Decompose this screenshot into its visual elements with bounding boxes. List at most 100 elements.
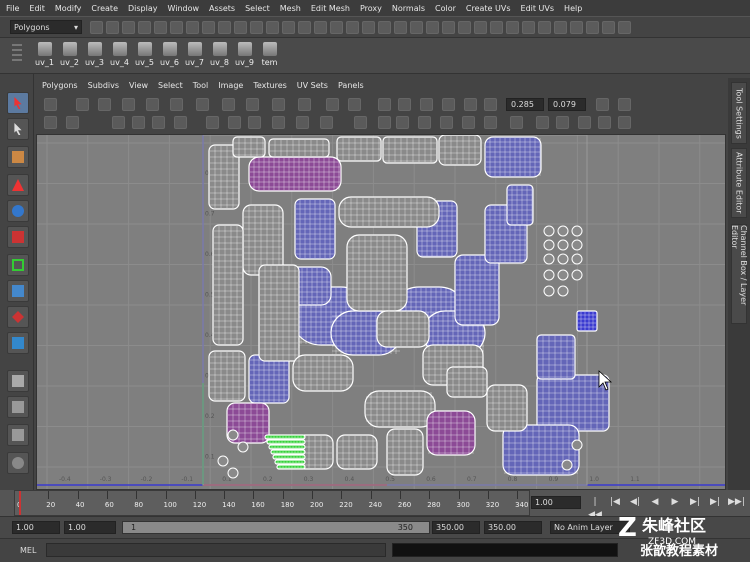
shelf-button[interactable]: tem	[257, 42, 282, 67]
mode-selector[interactable]: Polygons ▾	[10, 20, 82, 34]
paint-select-tool-icon[interactable]	[7, 146, 29, 168]
time-ruler[interactable]: 0204060801001201401601802002202402602803…	[14, 490, 530, 516]
range-slider[interactable]: 1 350	[122, 521, 430, 534]
outliner-icon[interactable]	[7, 452, 29, 474]
shelf-button[interactable]: uv_4	[107, 42, 132, 67]
menu-item[interactable]: Assets	[209, 4, 235, 13]
uv-tool-icon[interactable]	[298, 98, 311, 111]
uv-tool-icon[interactable]	[98, 98, 111, 111]
status-tool-icon[interactable]	[122, 20, 135, 34]
u-value-field[interactable]: 0.285	[506, 98, 544, 111]
status-tool-icon[interactable]	[458, 20, 471, 34]
layout-four-icon[interactable]	[7, 424, 29, 446]
uv-tool-icon[interactable]	[296, 116, 309, 129]
uv-tool-icon[interactable]	[510, 116, 523, 129]
end-time-field[interactable]: 350.00	[484, 521, 542, 534]
uv-tool-icon[interactable]	[484, 98, 497, 111]
playback-button[interactable]: ▶|	[708, 496, 722, 509]
menu-item[interactable]: Help	[564, 4, 582, 13]
cmd-language-label[interactable]: MEL	[20, 546, 36, 555]
playback-button[interactable]: |◀	[608, 496, 622, 509]
soft-mod-tool-icon[interactable]	[7, 280, 29, 302]
status-tool-icon[interactable]	[106, 20, 119, 34]
status-tool-icon[interactable]	[186, 20, 199, 34]
uv-tool-icon[interactable]	[206, 116, 219, 129]
uv-menu-item[interactable]: Panels	[338, 81, 364, 90]
uv-tool-icon[interactable]	[556, 116, 569, 129]
uv-tool-icon[interactable]	[122, 98, 135, 111]
uv-tool-icon[interactable]	[420, 98, 433, 111]
status-tool-icon[interactable]	[362, 20, 375, 34]
menu-item[interactable]: Edit Mesh	[311, 4, 350, 13]
status-tool-icon[interactable]	[474, 20, 487, 34]
uv-tool-icon[interactable]	[462, 116, 475, 129]
menu-item[interactable]: Window	[168, 4, 200, 13]
menu-item[interactable]: Color	[435, 4, 456, 13]
uv-tool-icon[interactable]	[152, 116, 165, 129]
universal-manipulator-icon[interactable]	[7, 254, 29, 276]
status-tool-icon[interactable]	[282, 20, 295, 34]
shelf-button[interactable]: uv_1	[32, 42, 57, 67]
v-value-field[interactable]: 0.079	[548, 98, 586, 111]
uv-tool-icon[interactable]	[272, 116, 285, 129]
status-tool-icon[interactable]	[298, 20, 311, 34]
uv-tool-icon[interactable]	[222, 98, 235, 111]
uv-tool-icon[interactable]	[146, 98, 159, 111]
uv-tool-icon[interactable]	[396, 116, 409, 129]
status-tool-icon[interactable]	[554, 20, 567, 34]
uv-tool-icon[interactable]	[320, 116, 333, 129]
status-tool-icon[interactable]	[442, 20, 455, 34]
uv-menu-item[interactable]: UV Sets	[297, 81, 328, 90]
status-tool-icon[interactable]	[522, 20, 535, 34]
uv-tool-icon[interactable]	[440, 116, 453, 129]
uv-tool-icon[interactable]	[170, 98, 183, 111]
uv-menu-item[interactable]: Subdivs	[88, 81, 119, 90]
status-tool-icon[interactable]	[234, 20, 247, 34]
playback-end-field[interactable]: 350.00	[432, 521, 480, 534]
status-tool-icon[interactable]	[618, 20, 631, 34]
lasso-tool-icon[interactable]	[7, 118, 29, 140]
uv-tool-icon[interactable]	[348, 98, 361, 111]
uv-tool-icon[interactable]	[618, 98, 631, 111]
playback-button[interactable]: ▶|	[688, 496, 702, 509]
show-manipulator-icon[interactable]	[7, 306, 29, 328]
uv-tool-icon[interactable]	[132, 116, 145, 129]
menu-item[interactable]: Edit	[29, 4, 45, 13]
scale-tool-icon[interactable]	[7, 226, 29, 248]
status-tool-icon[interactable]	[538, 20, 551, 34]
status-tool-icon[interactable]	[90, 20, 103, 34]
uv-menu-item[interactable]: Polygons	[42, 81, 78, 90]
command-input[interactable]	[46, 543, 386, 557]
uv-tool-icon[interactable]	[598, 116, 611, 129]
status-tool-icon[interactable]	[346, 20, 359, 34]
status-tool-icon[interactable]	[218, 20, 231, 34]
uv-tool-icon[interactable]	[418, 116, 431, 129]
menu-item[interactable]: Proxy	[360, 4, 382, 13]
rotate-tool-icon[interactable]	[7, 200, 29, 222]
shelf-button[interactable]: uv_3	[82, 42, 107, 67]
tab-channel-box[interactable]: Channel Box / Layer Editor	[730, 224, 748, 324]
uv-tool-icon[interactable]	[378, 116, 391, 129]
shelf-grip-icon[interactable]	[12, 44, 22, 68]
status-tool-icon[interactable]	[570, 20, 583, 34]
shelf-button[interactable]: uv_6	[157, 42, 182, 67]
menu-item[interactable]: Normals	[392, 4, 425, 13]
status-tool-icon[interactable]	[378, 20, 391, 34]
menu-item[interactable]: Create	[91, 4, 118, 13]
status-tool-icon[interactable]	[170, 20, 183, 34]
uv-tool-icon[interactable]	[536, 116, 549, 129]
uv-menu-item[interactable]: Image	[218, 81, 243, 90]
menu-item[interactable]: Edit UVs	[521, 4, 555, 13]
uv-tool-icon[interactable]	[398, 98, 411, 111]
shelf-button[interactable]: uv_2	[57, 42, 82, 67]
current-frame-field[interactable]: 1.00	[531, 496, 581, 509]
playback-button[interactable]: ▶▶|	[728, 496, 745, 509]
uv-grid-canvas[interactable]: 0.8 0.7 0.6 0.5 0.4 0.3 0.2 0.1 -0.4 -0.3 -0.2 -0.1…	[37, 135, 726, 490]
uv-menu-item[interactable]: Tool	[193, 81, 209, 90]
uv-tool-icon[interactable]	[578, 116, 591, 129]
status-tool-icon[interactable]	[490, 20, 503, 34]
uv-tool-icon[interactable]	[464, 98, 477, 111]
uv-viewport[interactable]: 0.8 0.7 0.6 0.5 0.4 0.3 0.2 0.1 -0.4 -0.3 -0.2 -0.1…	[36, 134, 726, 490]
uv-menu-item[interactable]: Textures	[253, 81, 286, 90]
status-tool-icon[interactable]	[314, 20, 327, 34]
